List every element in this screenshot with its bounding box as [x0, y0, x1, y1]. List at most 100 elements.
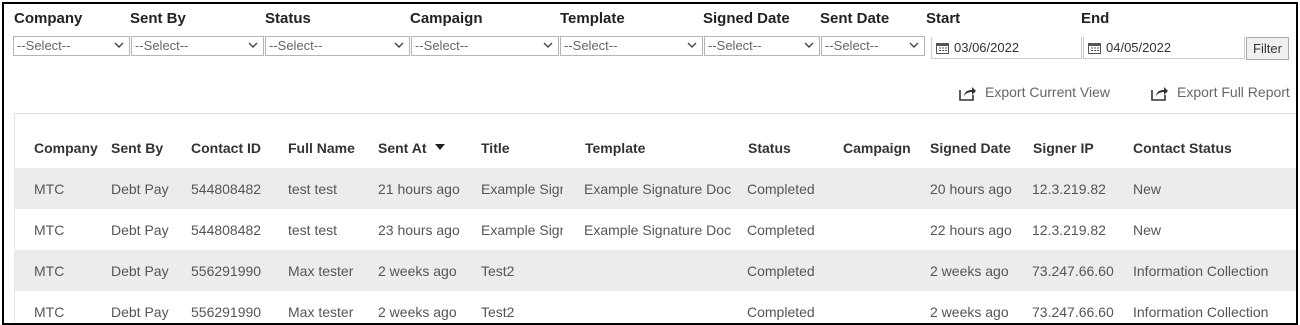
signed-date-select[interactable]: --Select-- [704, 36, 820, 56]
share-export-icon [1151, 87, 1168, 101]
cell-full-name: Max tester [288, 263, 354, 279]
company-select-value: --Select-- [17, 38, 71, 53]
filter-label-template: Template [560, 10, 625, 27]
cell-sent-by: Debt Pay [111, 222, 169, 238]
column-header-company[interactable]: Company [34, 140, 98, 156]
filter-bar: Company Sent By Status Campaign Template… [4, 4, 1296, 64]
cell-sent-at: 2 weeks ago [378, 263, 457, 279]
chevron-down-icon [248, 42, 258, 48]
column-header-sent-at-label: Sent At [378, 140, 427, 156]
cell-signer-ip: 73.247.66.60 [1032, 263, 1114, 279]
cell-contact-status: New [1133, 181, 1162, 197]
cell-template: Example Signature Doc [584, 222, 732, 238]
chevron-down-icon [909, 42, 919, 48]
cell-contact-id: 544808482 [191, 222, 262, 238]
table-row[interactable]: MTC Debt Pay 544808482 test test 21 hour… [15, 168, 1296, 209]
cell-template: Example Signature Doc [584, 181, 732, 197]
column-header-campaign[interactable]: Campaign [843, 140, 911, 156]
share-export-icon [959, 87, 976, 101]
cell-sent-at: 2 weeks ago [378, 304, 457, 320]
filter-label-company: Company [14, 10, 83, 27]
table-row[interactable]: MTC Debt Pay 544808482 test test 23 hour… [15, 209, 1296, 250]
cell-contact-id: 556291990 [191, 304, 262, 320]
column-header-contact-status[interactable]: Contact Status [1133, 140, 1232, 156]
chevron-down-icon [543, 42, 553, 48]
cell-company: MTC [34, 181, 65, 197]
status-select-value: --Select-- [269, 38, 323, 53]
filter-button[interactable]: Filter [1246, 37, 1289, 60]
cell-title: Example Sign [481, 181, 563, 197]
cell-signer-ip: 12.3.219.82 [1032, 181, 1106, 197]
sent-date-select[interactable]: --Select-- [821, 36, 925, 56]
cell-title: Example Sign [481, 222, 563, 238]
cell-contact-status: Information Collection [1133, 304, 1269, 320]
cell-sent-by: Debt Pay [111, 263, 169, 279]
sent-by-select-value: --Select-- [135, 38, 189, 53]
table-row[interactable]: MTC Debt Pay 556291990 Max tester 2 week… [15, 291, 1296, 323]
cell-sent-at: 21 hours ago [378, 181, 460, 197]
cell-contact-status: Information Collection [1133, 263, 1269, 279]
cell-company: MTC [34, 222, 65, 238]
column-header-signed-date[interactable]: Signed Date [930, 140, 1011, 156]
column-header-template[interactable]: Template [585, 140, 645, 156]
cell-signed-date: 22 hours ago [930, 222, 1012, 238]
cell-status: Completed [747, 222, 815, 238]
column-header-title[interactable]: Title [481, 140, 510, 156]
cell-signed-date: 2 weeks ago [930, 304, 1009, 320]
filter-label-end: End [1081, 10, 1110, 27]
cell-contact-id: 556291990 [191, 263, 262, 279]
cell-status: Completed [747, 304, 815, 320]
cell-company: MTC [34, 304, 65, 320]
end-date-input[interactable]: 04/05/2022 [1083, 37, 1245, 59]
filter-label-status: Status [265, 10, 311, 27]
filter-label-sent-by: Sent By [130, 10, 186, 27]
calendar-icon [1088, 43, 1101, 54]
cell-full-name: test test [288, 181, 338, 197]
filter-label-start: Start [926, 10, 961, 27]
chevron-down-icon [687, 42, 697, 48]
start-date-input[interactable]: 03/06/2022 [931, 37, 1082, 59]
column-header-contact-id[interactable]: Contact ID [191, 140, 261, 156]
chevron-down-icon [394, 42, 404, 48]
status-select[interactable]: --Select-- [265, 36, 410, 56]
cell-signed-date: 2 weeks ago [930, 263, 1009, 279]
template-select[interactable]: --Select-- [560, 36, 703, 56]
sent-by-select[interactable]: --Select-- [131, 36, 264, 56]
cell-full-name: test test [288, 222, 338, 238]
cell-signed-date: 20 hours ago [930, 181, 1012, 197]
column-header-sent-at[interactable]: Sent At [378, 140, 446, 156]
cell-contact-id: 544808482 [191, 181, 262, 197]
campaign-select[interactable]: --Select-- [411, 36, 559, 56]
cell-signer-ip: 12.3.219.82 [1032, 222, 1106, 238]
cell-company: MTC [34, 263, 65, 279]
cell-sent-by: Debt Pay [111, 181, 169, 197]
sent-date-select-value: --Select-- [825, 38, 879, 53]
report-table: Company Sent By Contact ID Full Name Sen… [14, 113, 1296, 323]
campaign-select-value: --Select-- [415, 38, 469, 53]
end-date-value: 04/05/2022 [1106, 40, 1172, 55]
table-row[interactable]: MTC Debt Pay 556291990 Max tester 2 week… [15, 250, 1296, 291]
column-header-sent-by[interactable]: Sent By [111, 140, 163, 156]
filter-label-campaign: Campaign [410, 10, 483, 27]
signed-date-select-value: --Select-- [708, 38, 762, 53]
filter-label-signed-date: Signed Date [703, 10, 790, 27]
report-frame: Company Sent By Status Campaign Template… [2, 2, 1298, 325]
template-select-value: --Select-- [564, 38, 618, 53]
cell-full-name: Max tester [288, 304, 354, 320]
cell-contact-status: New [1133, 222, 1162, 238]
calendar-icon [936, 43, 949, 54]
export-full-report-link[interactable]: Export Full Report [1151, 84, 1296, 104]
column-header-status[interactable]: Status [748, 140, 791, 156]
company-select[interactable]: --Select-- [13, 36, 130, 56]
chevron-down-icon [114, 42, 124, 48]
filter-label-sent-date: Sent Date [820, 10, 890, 27]
column-header-signer-ip[interactable]: Signer IP [1033, 140, 1094, 156]
column-header-full-name[interactable]: Full Name [288, 140, 355, 156]
cell-sent-by: Debt Pay [111, 304, 169, 320]
export-current-view-label: Export Current View [985, 84, 1111, 100]
chevron-down-icon [804, 42, 814, 48]
sort-descending-icon [435, 144, 446, 150]
export-full-report-label: Export Full Report [1177, 84, 1290, 100]
export-current-view-link[interactable]: Export Current View [959, 84, 1119, 104]
cell-title: Test2 [481, 304, 515, 320]
